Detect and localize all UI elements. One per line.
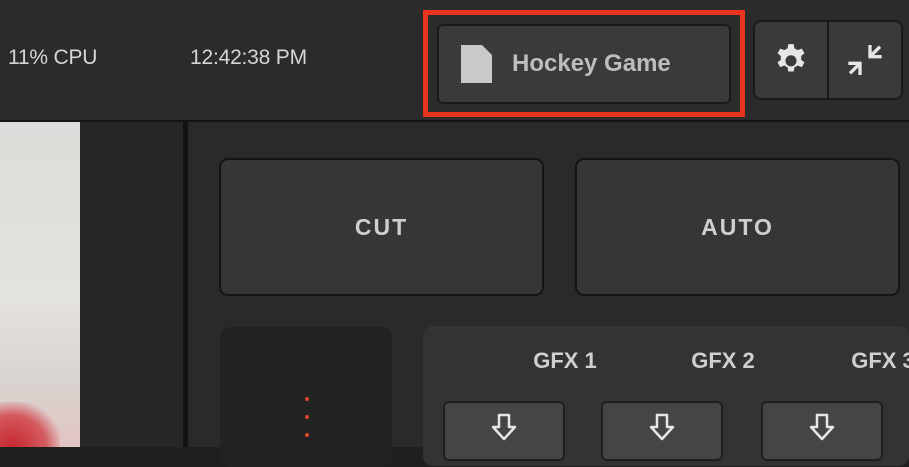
video-preview xyxy=(0,122,80,447)
collapse-button[interactable] xyxy=(827,22,901,98)
settings-button[interactable] xyxy=(755,22,827,98)
gfx-1-label: GFX 1 xyxy=(533,348,597,373)
arrow-down-icon xyxy=(809,413,835,441)
arrow-down-icon xyxy=(491,413,517,441)
t-bar[interactable] xyxy=(220,327,392,467)
t-bar-marker xyxy=(305,433,309,437)
gear-icon xyxy=(777,44,805,72)
gfx-2-button[interactable] xyxy=(601,401,723,461)
gfx-1-button[interactable] xyxy=(443,401,565,461)
project-highlight: Hockey Game xyxy=(423,10,745,117)
top-bar: 11% CPU 12:42:38 PM Hockey Game xyxy=(0,0,909,122)
cpu-usage: 11% CPU xyxy=(8,46,98,69)
gfx-3-label: GFX 3 xyxy=(851,348,909,373)
project-button[interactable]: Hockey Game xyxy=(437,24,731,104)
document-icon xyxy=(461,45,492,83)
project-name: Hockey Game xyxy=(512,50,671,77)
window-controls xyxy=(753,20,903,100)
cut-button[interactable]: CUT xyxy=(219,158,544,296)
clock: 12:42:38 PM xyxy=(190,46,307,69)
t-bar-marker xyxy=(305,397,309,401)
preview-detail xyxy=(0,402,60,447)
preview-gutter xyxy=(80,122,183,447)
t-bar-marker xyxy=(305,415,309,419)
gfx-3-button[interactable] xyxy=(761,401,883,461)
collapse-icon xyxy=(848,45,882,75)
arrow-down-icon xyxy=(649,413,675,441)
auto-button[interactable]: AUTO xyxy=(575,158,900,296)
gfx-2-label: GFX 2 xyxy=(691,348,755,373)
gfx-panel: GFX 1 GFX 2 GFX 3 xyxy=(423,326,909,466)
